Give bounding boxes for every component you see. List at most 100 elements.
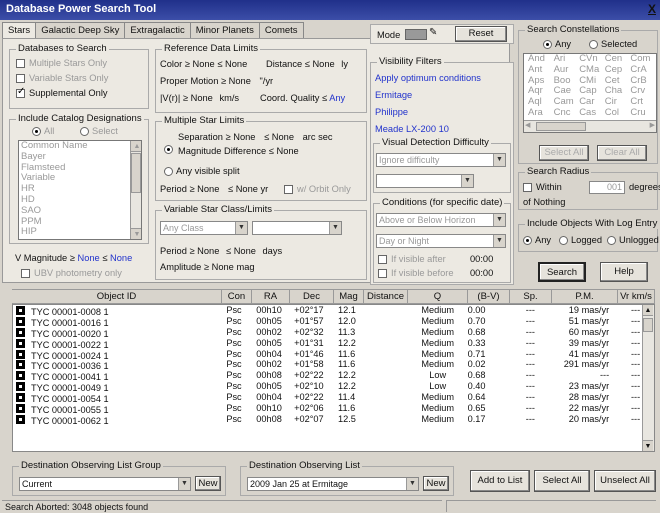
destination-group-select[interactable]: Current ▼ <box>19 477 191 491</box>
column-header[interactable]: Vr km/s <box>618 289 655 304</box>
tab-extragalactic[interactable]: Extragalactic <box>124 22 191 39</box>
select-all-button[interactable]: Select All <box>534 470 590 492</box>
catalog-scrollbar[interactable]: ▲ ▼ <box>130 141 141 239</box>
column-header[interactable]: Con <box>222 289 252 304</box>
mode-swatch[interactable] <box>405 29 427 40</box>
column-header[interactable]: P.M. <box>552 289 618 304</box>
constellation-item[interactable]: Col <box>605 107 631 119</box>
results-scrollbar[interactable]: ▲ ▼ <box>642 305 654 451</box>
constellation-hscrollbar[interactable]: ◀ ▶ <box>524 120 656 132</box>
log-radio-logged[interactable]: Logged <box>559 235 602 246</box>
constellation-list[interactable]: And Ari CVn Cen Com Ant Aur CMa Cep CrA Aps Boo CMi C… <box>523 53 657 133</box>
column-header[interactable]: Sp. <box>510 289 552 304</box>
orbit-only-checkbox[interactable]: w/ Orbit Only <box>284 184 351 195</box>
separation-radio[interactable] <box>164 144 173 154</box>
constellation-clear-all-button[interactable]: Clear All <box>597 145 647 161</box>
list-item[interactable]: HIP <box>19 227 141 238</box>
mag-diff-limit[interactable]: Magnitude Difference ≤ None <box>178 146 299 156</box>
destination-list-select[interactable]: 2009 Jan 25 at Ermitage ▼ <box>247 477 419 491</box>
tab-minor-planets[interactable]: Minor Planets <box>189 22 260 39</box>
distance-limit[interactable]: Distance ≤ None ly <box>266 59 348 69</box>
catalog-radio-all[interactable]: All <box>32 126 54 137</box>
visibility-optimum[interactable]: Apply optimum conditions <box>375 73 481 83</box>
column-header[interactable]: RA <box>252 289 290 304</box>
proper-motion-limit[interactable]: Proper Motion ≥ None "/yr <box>160 76 273 86</box>
new-group-button[interactable]: New <box>195 476 221 491</box>
tab-comets[interactable]: Comets <box>258 22 304 39</box>
table-row[interactable]: TYC 00001-0022 1 Psc 00h05 +01°31 12.2 Medium… <box>13 338 654 349</box>
constellation-item[interactable]: CrA <box>630 64 656 76</box>
constellation-item[interactable]: Cas <box>579 107 605 119</box>
color-limit[interactable]: Color ≥ None ≤ None <box>160 59 247 69</box>
constellation-row[interactable]: Ara Cnc Cas Col Cru <box>526 107 656 119</box>
tab-galactic-deep-sky[interactable]: Galactic Deep Sky <box>35 22 126 39</box>
variable-class-select[interactable]: Any Class ▼ <box>160 221 248 235</box>
add-to-list-button[interactable]: Add to List <box>470 470 530 492</box>
visible-before-checkbox[interactable]: If visible before <box>378 268 454 279</box>
coord-quality-limit[interactable]: Coord. Quality ≤ Any <box>260 93 345 103</box>
constellation-radio-selected[interactable]: Selected <box>589 39 637 50</box>
column-header[interactable]: (B-V) <box>468 289 510 304</box>
constellation-select-all-button[interactable]: Select All <box>539 145 589 161</box>
period-limit[interactable]: Period ≥ None ≤ None yr <box>160 184 268 194</box>
multiple-stars-checkbox[interactable]: Multiple Stars Only <box>16 58 107 69</box>
table-row[interactable]: TYC 00001-0054 1 Psc 00h04 +02°22 11.4 Medium… <box>13 392 654 403</box>
any-visible-radio[interactable]: Any visible split <box>164 166 240 177</box>
constellation-radio-any[interactable]: Any <box>543 39 571 50</box>
list-item[interactable]: Bayer <box>19 151 141 163</box>
unselect-all-button[interactable]: Unselect All <box>594 470 656 492</box>
column-header[interactable]: Dec <box>290 289 334 304</box>
constellation-item[interactable]: Cep <box>605 64 631 76</box>
list-item[interactable]: PPM <box>19 216 141 228</box>
visible-after-time[interactable]: 00:00 <box>470 254 493 264</box>
daynight-select[interactable]: Day or Night ▼ <box>376 234 506 248</box>
ubv-checkbox[interactable]: UBV photometry only <box>21 268 122 279</box>
close-button[interactable]: X <box>648 2 656 16</box>
table-row[interactable]: TYC 00001-0062 1 Psc 00h08 +02°07 12.5 Medium… <box>13 414 654 425</box>
horizon-select[interactable]: Above or Below Horizon ▼ <box>376 213 506 227</box>
help-button[interactable]: Help <box>600 262 648 282</box>
visibility-observer[interactable]: Philippe <box>375 107 408 117</box>
scroll-down-icon[interactable]: ▼ <box>131 228 141 239</box>
visible-after-checkbox[interactable]: If visible after <box>378 254 446 265</box>
visible-before-time[interactable]: 00:00 <box>470 268 493 278</box>
visibility-location[interactable]: Ermitage <box>375 90 412 100</box>
table-row[interactable]: TYC 00001-0016 1 Psc 00h05 +01°57 12.0 Medium… <box>13 316 654 327</box>
variable-stars-checkbox[interactable]: Variable Stars Only <box>16 73 108 84</box>
constellation-row[interactable]: Ant Aur CMa Cep CrA <box>526 64 656 76</box>
difficulty-select[interactable]: Ignore difficulty ▼ <box>376 153 506 167</box>
vmag-min-value[interactable]: None <box>77 253 99 263</box>
column-header[interactable]: Q <box>408 289 468 304</box>
visibility-telescope[interactable]: Meade LX-200 10 <box>375 124 449 134</box>
constellation-item[interactable]: Aur <box>554 64 580 76</box>
list-item[interactable]: SAO <box>19 205 141 217</box>
results-table[interactable]: TYC 00001-0008 1 Psc 00h10 +02°17 12.1 Medium… <box>12 304 655 452</box>
column-header[interactable]: Distance <box>364 289 408 304</box>
table-row[interactable]: TYC 00001-0008 1 Psc 00h10 +02°17 12.1 Medium… <box>13 305 654 316</box>
table-row[interactable]: TYC 00001-0036 1 Psc 00h02 +01°58 11.6 Medium… <box>13 359 654 370</box>
variable-subclass-select[interactable]: ▼ <box>252 221 342 235</box>
amplitude-limit[interactable]: Amplitude ≥ None mag <box>160 262 255 272</box>
constellation-item[interactable]: Cru <box>630 107 656 119</box>
search-button[interactable]: Search <box>538 262 586 282</box>
constellation-item[interactable]: Ara <box>528 107 554 119</box>
scroll-up-icon[interactable]: ▲ <box>131 141 141 152</box>
vr-limit[interactable]: |V(r)| ≥ None km/s <box>160 93 239 103</box>
within-checkbox[interactable]: Within <box>523 182 562 193</box>
table-row[interactable]: TYC 00001-0055 1 Psc 00h10 +02°06 11.6 Medium… <box>13 403 654 414</box>
separation-limit[interactable]: Separation ≥ None ≤ None arc sec <box>178 132 333 142</box>
log-radio-unlogged[interactable]: Unlogged <box>607 235 659 246</box>
variable-period-limit[interactable]: Period ≥ None ≤ None days <box>160 246 282 256</box>
constellation-item[interactable]: CMa <box>579 64 605 76</box>
column-header[interactable]: Object ID <box>12 289 222 304</box>
pencil-icon[interactable]: ✎ <box>429 27 437 38</box>
catalog-radio-select[interactable]: Select <box>80 126 118 137</box>
new-list-button[interactable]: New <box>423 476 449 491</box>
catalog-list[interactable]: Common Name Bayer Flamsteed Variable HR … <box>18 140 142 240</box>
difficulty-select-2[interactable]: ▼ <box>376 174 474 188</box>
table-row[interactable]: TYC 00001-0049 1 Psc 00h05 +02°10 12.2 Low 0.4… <box>13 381 654 392</box>
log-radio-any[interactable]: Any <box>523 235 551 246</box>
constellation-item[interactable]: Ant <box>528 64 554 76</box>
list-item[interactable]: Variable <box>19 173 141 184</box>
radius-input[interactable]: 001 <box>589 181 625 194</box>
